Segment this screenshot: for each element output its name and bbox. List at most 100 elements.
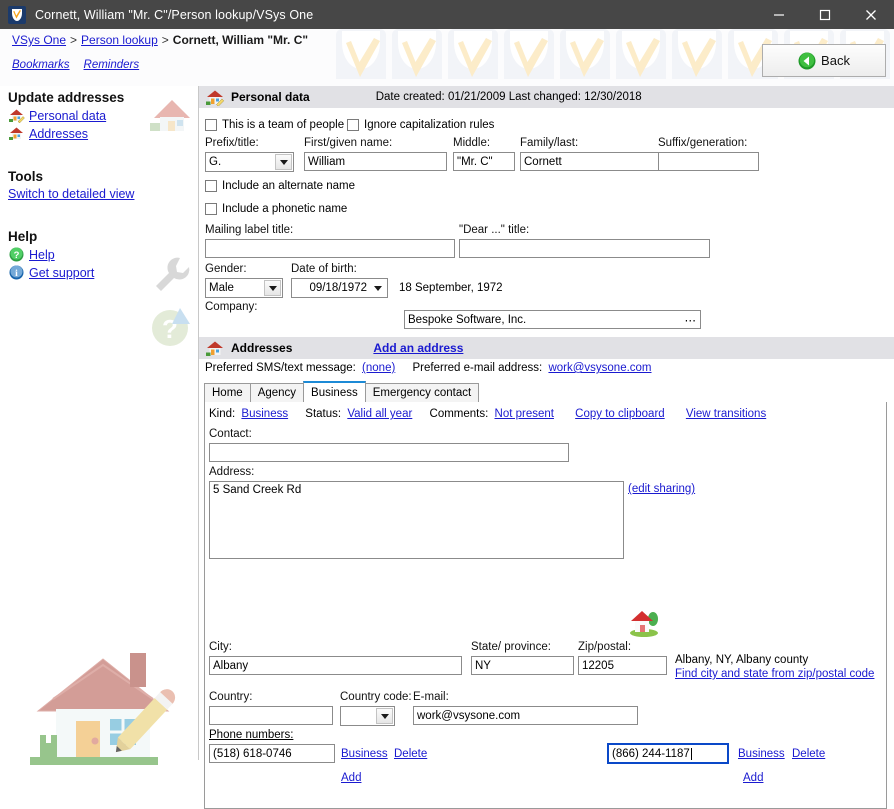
chevron-down-icon[interactable] (275, 154, 292, 170)
checkbox-phonetic-name-box[interactable] (205, 203, 217, 215)
family-name-input[interactable]: Cornett (520, 152, 671, 171)
back-arrow-icon (798, 52, 816, 70)
chevron-down-icon[interactable] (376, 708, 393, 724)
tab-home[interactable]: Home (204, 383, 251, 402)
prefix-label: Prefix/title: (205, 137, 259, 149)
minimize-button[interactable] (756, 0, 802, 29)
breadcrumb-item-0[interactable]: VSys One (12, 33, 66, 47)
sidebar-item-addresses[interactable]: Addresses (0, 126, 150, 141)
sidebar-wrench-art (150, 254, 192, 296)
contact-input[interactable] (209, 443, 569, 462)
house-icon (205, 340, 225, 357)
sidebar-item-detailed-view[interactable]: Switch to detailed view (0, 187, 150, 201)
address-value: 5 Sand Creek Rd (213, 484, 301, 496)
text-caret (691, 748, 692, 760)
middle-name-value: "Mr. C" (457, 156, 493, 168)
sidebar-group-title-2: Help (0, 229, 150, 244)
email-input[interactable]: work@vsysone.com (413, 706, 638, 725)
country-label: Country: (209, 691, 252, 703)
sidebar-item-detailed-view-label[interactable]: Switch to detailed view (8, 187, 134, 201)
phone-input-0[interactable]: (518) 618-0746 (209, 744, 335, 763)
gender-select[interactable]: Male (205, 278, 283, 298)
tab-home-label: Home (212, 387, 243, 399)
preferred-sms-value[interactable]: (none) (362, 362, 395, 374)
maximize-button[interactable] (802, 0, 848, 29)
sidebar-item-get-support-label[interactable]: Get support (29, 266, 94, 280)
checkbox-ignore-capitalization-box[interactable] (347, 119, 359, 131)
bookmarks-link[interactable]: Bookmarks (12, 59, 70, 71)
family-name-value: Cornett (524, 156, 562, 168)
address-textarea[interactable]: 5 Sand Creek Rd (209, 481, 624, 559)
mailing-label-title-input[interactable] (205, 239, 455, 258)
phone-type-link-1[interactable]: Business (738, 748, 785, 760)
address-tabs: Home Agency Business Emergency contact (204, 381, 887, 402)
checkbox-phonetic-name[interactable]: Include a phonetic name (205, 203, 347, 215)
email-value: work@vsysone.com (417, 710, 520, 722)
first-name-input[interactable]: William (304, 152, 447, 171)
tab-agency[interactable]: Agency (250, 383, 304, 402)
country-code-select[interactable] (340, 706, 395, 726)
tab-business-label: Business (311, 387, 358, 399)
breadcrumb-item-1[interactable]: Person lookup (81, 33, 158, 47)
question-circle-icon: ? (8, 247, 25, 262)
country-input[interactable] (209, 706, 333, 725)
breadcrumb-item-2: Cornett, William "Mr. C" (173, 33, 308, 47)
phone-type-link-0[interactable]: Business (341, 748, 388, 760)
sidebar-item-personal-data[interactable]: Personal data (0, 108, 150, 123)
view-transitions-link[interactable]: View transitions (686, 408, 766, 420)
phone-delete-link-0[interactable]: Delete (394, 748, 427, 760)
suffix-input[interactable] (658, 152, 759, 171)
house-map-icon[interactable] (627, 605, 661, 637)
sidebar-item-help-label[interactable]: Help (29, 248, 55, 262)
sidebar-item-help[interactable]: ? Help (0, 247, 150, 262)
sidebar-item-addresses-label[interactable]: Addresses (29, 127, 88, 141)
phone-add-link-1[interactable]: Add (743, 772, 763, 784)
edit-sharing-link[interactable]: (edit sharing) (628, 483, 695, 495)
dob-input[interactable]: 09/18/1972 (291, 278, 388, 298)
back-button[interactable]: Back (762, 44, 886, 77)
dob-value: 09/18/1972 (309, 282, 367, 294)
checkbox-team-of-people[interactable]: This is a team of people (205, 119, 344, 131)
find-city-state-link[interactable]: Find city and state from zip/postal code (675, 668, 874, 680)
city-input[interactable]: Albany (209, 656, 462, 675)
chevron-down-icon[interactable] (264, 280, 281, 296)
phone-add-link-0[interactable]: Add (341, 772, 361, 784)
checkbox-alternate-name-label: Include an alternate name (222, 180, 355, 192)
dear-title-input[interactable] (459, 239, 710, 258)
city-label: City: (209, 641, 232, 653)
state-input[interactable]: NY (471, 656, 574, 675)
checkbox-team-of-people-box[interactable] (205, 119, 217, 131)
status-value-link[interactable]: Valid all year (347, 408, 412, 420)
zip-input[interactable]: 12205 (578, 656, 667, 675)
chevron-down-icon[interactable] (369, 280, 386, 296)
tab-emergency-contact[interactable]: Emergency contact (365, 383, 479, 402)
prefix-select[interactable]: G. (205, 152, 294, 172)
zip-value: 12205 (582, 660, 614, 672)
checkbox-ignore-capitalization[interactable]: Ignore capitalization rules (347, 119, 494, 131)
middle-name-input[interactable]: "Mr. C" (453, 152, 515, 171)
checkbox-alternate-name[interactable]: Include an alternate name (205, 180, 355, 192)
sidebar-item-personal-data-label[interactable]: Personal data (29, 109, 106, 123)
copy-to-clipboard-link[interactable]: Copy to clipboard (575, 408, 665, 420)
company-input[interactable]: Bespoke Software, Inc. ⋯ (404, 310, 701, 329)
first-name-label: First/given name: (304, 137, 392, 149)
personal-data-section-header: Personal data Date created: 01/21/2009 L… (199, 86, 894, 108)
phone-delete-link-1[interactable]: Delete (792, 748, 825, 760)
email-label: E-mail: (413, 691, 449, 703)
add-an-address-link[interactable]: Add an address (373, 341, 463, 355)
company-browse-button[interactable]: ⋯ (685, 313, 698, 327)
svg-text:i: i (15, 269, 18, 279)
phone-value-0: (518) 618-0746 (213, 748, 292, 760)
tab-business[interactable]: Business (303, 381, 366, 402)
kind-value-link[interactable]: Business (241, 408, 288, 420)
checkbox-alternate-name-box[interactable] (205, 180, 217, 192)
preferred-email-value[interactable]: work@vsysone.com (548, 362, 651, 374)
kind-label: Kind: (209, 408, 235, 420)
phone-input-1[interactable]: (866) 244-1187 (607, 743, 729, 764)
header-subnav: Bookmarks Reminders (12, 59, 153, 71)
comments-value-link[interactable]: Not present (495, 408, 554, 420)
dear-title-label: "Dear ..." title: (459, 224, 529, 236)
sidebar-item-get-support[interactable]: i Get support (0, 265, 150, 280)
close-button[interactable] (848, 0, 894, 29)
reminders-link[interactable]: Reminders (84, 59, 140, 71)
